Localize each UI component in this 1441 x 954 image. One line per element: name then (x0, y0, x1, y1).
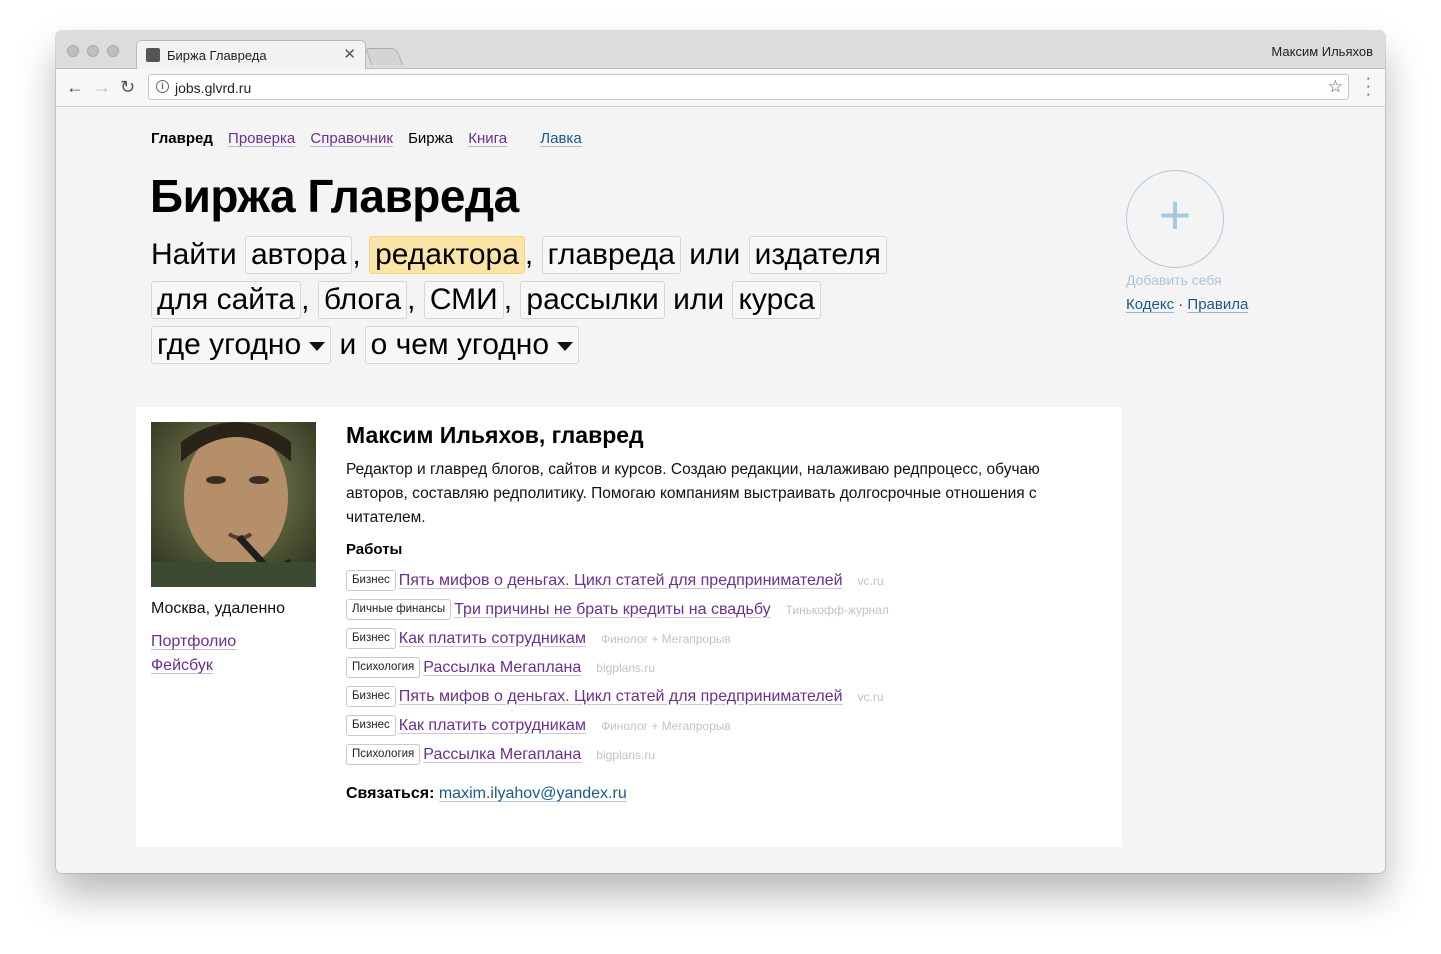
works-heading: Работы (346, 541, 403, 558)
or-label: или (673, 283, 725, 316)
or-label: или (689, 238, 741, 271)
work-link[interactable]: Пять мифов о деньгах. Цикл статей для пр… (399, 572, 843, 590)
nav-glavred[interactable]: Главред (151, 130, 213, 147)
browser-tab[interactable]: Биржа Главреда ✕ (136, 40, 366, 69)
tab-title: Биржа Главреда (167, 48, 267, 63)
contact: Связаться: maxim.ilyahov@yandex.ru (346, 785, 627, 803)
platform-chip-course[interactable]: курса (732, 281, 821, 319)
favicon-icon (146, 48, 160, 62)
platform-chip-media[interactable]: СМИ (423, 281, 504, 319)
list-item: Бизнес Как платить сотрудникам Финолог +… (346, 624, 889, 653)
nav-proverka[interactable]: Проверка (228, 130, 295, 147)
work-source: bigplans.ru (596, 747, 656, 762)
list-item: Бизнес Пять мифов о деньгах. Цикл статей… (346, 566, 889, 595)
role-chip-publisher[interactable]: издателя (748, 236, 887, 274)
work-tag[interactable]: Психология (346, 744, 421, 765)
bio: Редактор и главред блогов, сайтов и курс… (346, 461, 1040, 526)
platform-chip-site[interactable]: для сайта (151, 281, 302, 319)
work-source: bigplans.ru (596, 660, 656, 675)
chevron-down-icon (557, 341, 573, 351)
nav-birzha: Биржа (408, 130, 454, 147)
pravila-link[interactable]: Правила (1187, 296, 1248, 313)
avatar-photo (151, 422, 316, 587)
address-bar[interactable]: i jobs.glvrd.ru ☆ (148, 74, 1349, 100)
works-list: Бизнес Пять мифов о деньгах. Цикл статей… (346, 566, 889, 769)
platform-chip-newsletter[interactable]: рассылки (520, 281, 665, 319)
work-tag[interactable]: Психология (346, 657, 421, 678)
more-menu-icon[interactable]: · · · (1366, 71, 1371, 103)
work-link[interactable]: Три причины не брать кредиты на свадьбу (454, 601, 770, 619)
topic-value: о чем угодно (370, 328, 549, 361)
work-source: Финолог + Мегапрорыв (600, 718, 731, 733)
work-source: vc.ru (857, 573, 884, 588)
nav-lavka[interactable]: Лавка (540, 130, 581, 147)
search-sentence-line-2: для сайта, блога, СМИ, рассылки или курс… (151, 281, 821, 319)
portfolio-link[interactable]: Портфолио (151, 633, 236, 651)
work-link[interactable]: Как платить сотрудникам (399, 630, 586, 648)
contact-label: Связаться: (346, 785, 435, 802)
location: Москва, удаленно (151, 600, 286, 617)
list-item: Бизнес Как платить сотрудникам Финолог +… (346, 711, 889, 740)
add-self-button[interactable]: + (1126, 170, 1224, 268)
page-title: Биржа Главреда (150, 170, 519, 222)
work-link[interactable]: Рассылка Мегаплана (423, 746, 581, 764)
work-tag[interactable]: Бизнес (346, 715, 396, 736)
work-source: vc.ru (857, 689, 884, 704)
work-tag[interactable]: Личные финансы (346, 599, 452, 620)
info-icon[interactable]: i (156, 80, 169, 93)
site-nav: Главред Проверка Справочник Биржа Книга … (151, 130, 593, 147)
email-link[interactable]: maxim.ilyahov@yandex.ru (439, 785, 627, 802)
topic-dropdown[interactable]: о чем угодно (364, 326, 579, 364)
location-dropdown[interactable]: где угодно (151, 326, 332, 364)
browser-window: Биржа Главреда ✕ Максим Ильяхов ← → ↻ i … (56, 31, 1385, 873)
work-tag[interactable]: Бизнес (346, 570, 396, 591)
work-tag[interactable]: Бизнес (346, 686, 396, 707)
close-window-button[interactable] (67, 45, 79, 57)
page-content: Главред Проверка Справочник Биржа Книга … (56, 107, 1385, 873)
role-chip-editor[interactable]: редактора (369, 236, 525, 274)
back-arrow-icon[interactable]: ← (66, 77, 84, 97)
profile-name[interactable]: Максим Ильяхов (1271, 44, 1373, 59)
chevron-down-icon (309, 341, 326, 351)
forward-arrow-icon[interactable]: → (93, 77, 111, 97)
and-label: и (339, 328, 357, 361)
location-value: где угодно (157, 328, 302, 361)
role-chip-author[interactable]: автора (244, 236, 353, 274)
profile-card: Москва, удаленно Портфолио Фейсбук Макси… (136, 407, 1122, 847)
search-sentence-line-1: Найти автора, редактора, главреда или из… (151, 236, 887, 274)
work-link[interactable]: Как платить сотрудникам (399, 717, 586, 735)
plus-icon: + (1158, 183, 1192, 246)
work-source: Тинькофф-журнал (785, 602, 889, 617)
platform-chip-blog[interactable]: блога (317, 281, 408, 319)
nav-spravochnik[interactable]: Справочник (310, 130, 393, 147)
avatar (151, 422, 316, 587)
search-sentence-line-3: где угодно и о чем угодно (151, 326, 579, 364)
list-item: Бизнес Пять мифов о деньгах. Цикл статей… (346, 682, 889, 711)
list-item: Психология Рассылка Мегаплана bigplans.r… (346, 740, 889, 769)
nav-kniga[interactable]: Книга (468, 130, 507, 147)
kodeks-link[interactable]: Кодекс (1126, 296, 1174, 313)
minimize-window-button[interactable] (87, 45, 99, 57)
work-link[interactable]: Рассылка Мегаплана (423, 659, 581, 677)
list-item: Личные финансы Три причины не брать кред… (346, 595, 889, 624)
separator: · (1178, 296, 1184, 313)
zoom-window-button[interactable] (107, 45, 119, 57)
add-self-label[interactable]: Добавить себя (1126, 272, 1222, 288)
close-icon[interactable]: ✕ (343, 45, 356, 63)
browser-toolbar: ← → ↻ i jobs.glvrd.ru ☆ · · · (56, 69, 1385, 107)
title-bar: Биржа Главреда ✕ Максим Ильяхов (56, 31, 1385, 69)
person-name: Максим Ильяхов, главред (346, 422, 644, 448)
find-label: Найти (151, 238, 237, 271)
facebook-link[interactable]: Фейсбук (151, 657, 213, 675)
work-source: Финолог + Мегапрорыв (600, 631, 731, 646)
list-item: Психология Рассылка Мегаплана bigplans.r… (346, 653, 889, 682)
rules-links: Кодекс · Правила (1126, 296, 1248, 313)
work-tag[interactable]: Бизнес (346, 628, 396, 649)
role-chip-chief-editor[interactable]: главреда (541, 236, 681, 274)
reload-icon[interactable]: ↻ (120, 77, 135, 97)
work-link[interactable]: Пять мифов о деньгах. Цикл статей для пр… (399, 688, 843, 706)
url-text[interactable]: jobs.glvrd.ru (175, 80, 251, 96)
bookmark-star-icon[interactable]: ☆ (1328, 77, 1343, 97)
new-tab-button[interactable] (364, 48, 404, 65)
